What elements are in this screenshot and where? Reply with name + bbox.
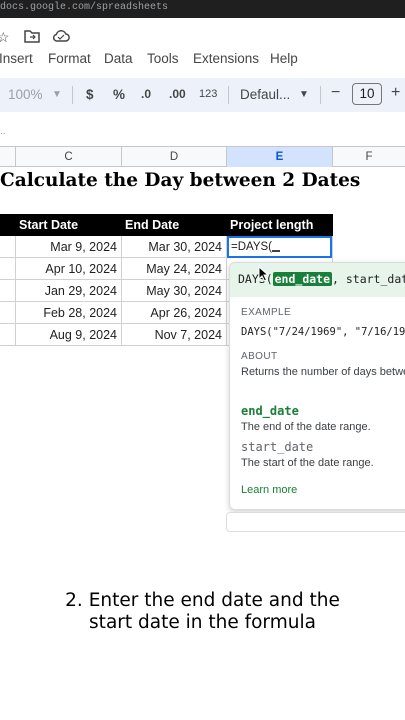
cell-b[interactable]	[0, 280, 16, 302]
browser-top-bar: docs.google.com/spreadsheets	[0, 0, 405, 18]
arg-end-date-name: end_date	[241, 404, 299, 418]
about-label: ABOUT	[241, 351, 278, 362]
cell-b[interactable]	[0, 302, 16, 324]
font-dropdown-icon[interactable]: ▼	[299, 89, 309, 100]
title-icon-row: ☆	[0, 26, 405, 50]
about-text: Returns the number of days between two d…	[241, 366, 405, 378]
formula-bar: ..	[0, 114, 405, 146]
mouse-pointer-icon	[258, 266, 270, 282]
menu-insert[interactable]: Insert	[0, 51, 33, 66]
menu-format[interactable]: Format	[48, 51, 91, 66]
cell-start-date[interactable]: Feb 28, 2024	[16, 302, 122, 324]
toolbar-separator	[320, 86, 321, 104]
column-header-c[interactable]: C	[16, 147, 122, 167]
cell-end-date[interactable]: Apr 26, 2024	[122, 302, 227, 324]
text-cursor	[272, 250, 281, 252]
star-icon[interactable]: ☆	[0, 29, 10, 46]
cell-start-date[interactable]: Jan 29, 2024	[16, 280, 122, 302]
more-formats-button[interactable]: 123	[199, 88, 217, 100]
formula-help-tooltip: DAYS(end_date, start_date) EXAMPLE DAYS(…	[229, 262, 405, 510]
menu-help[interactable]: Help	[270, 51, 298, 66]
cell-end-date[interactable]: May 30, 2024	[122, 280, 227, 302]
column-header-d[interactable]: D	[122, 147, 227, 167]
toolbar-separator	[72, 86, 73, 104]
caption-line-1: 2. Enter the end date and the	[65, 590, 340, 611]
top-bar-text: docs.google.com/spreadsheets	[0, 2, 169, 13]
arg-start-date-name: start_date	[241, 440, 314, 454]
font-size-decrease-button[interactable]: −	[331, 84, 340, 102]
instruction-caption: 2. Enter the end date and the start date…	[0, 590, 405, 634]
active-argument: end_date	[272, 272, 333, 286]
menu-data[interactable]: Data	[104, 51, 133, 66]
cloud-icon[interactable]	[52, 29, 70, 46]
cell-end-date[interactable]: May 24, 2024	[122, 258, 227, 280]
menu-tools[interactable]: Tools	[147, 51, 179, 66]
increase-decimals-button[interactable]: .00	[169, 87, 186, 101]
caption-line-2: start date in the formula	[89, 612, 316, 633]
arg-start-date-desc: The start of the date range.	[241, 457, 374, 469]
toolbar: 100% ▼ $ % .0 .00 123 Defaul... ▼ − 10 +	[0, 78, 405, 112]
active-cell-editor[interactable]: =DAYS(	[227, 236, 332, 258]
font-select[interactable]: Defaul...	[240, 87, 290, 102]
menu-bar: Insert Format Data Tools Extensions Help	[0, 50, 405, 70]
currency-button[interactable]: $	[86, 87, 94, 102]
menu-extensions[interactable]: Extensions	[193, 51, 259, 66]
cell-start-date[interactable]: Mar 9, 2024	[16, 236, 122, 258]
table-header-row: Start Date End Date Project length	[0, 214, 333, 236]
cell-b[interactable]	[0, 324, 16, 346]
tooltip-footer	[226, 512, 405, 532]
arg-end-date-desc: The end of the date range.	[241, 421, 371, 433]
folder-icon[interactable]	[24, 29, 40, 46]
cell-start-date[interactable]: Apr 10, 2024	[16, 258, 122, 280]
name-box[interactable]: ..	[0, 126, 6, 137]
column-header-b[interactable]	[0, 147, 16, 167]
toolbar-separator	[228, 86, 229, 104]
cell-b[interactable]	[0, 236, 16, 258]
column-header-e[interactable]: E	[227, 147, 333, 167]
example-code: DAYS("7/24/1969", "7/16/1969")	[241, 326, 405, 338]
zoom-dropdown-icon[interactable]: ▼	[52, 89, 62, 100]
header-start-date[interactable]: Start Date	[19, 218, 78, 232]
learn-more-link[interactable]: Learn more	[241, 484, 297, 496]
remaining-arguments: , start_date)	[332, 272, 405, 286]
cell-start-date[interactable]: Aug 9, 2024	[16, 324, 122, 346]
zoom-select[interactable]: 100%	[8, 87, 43, 102]
header-project-length[interactable]: Project length	[230, 218, 313, 232]
cell-b[interactable]	[0, 258, 16, 280]
formula-text: =DAYS(	[231, 241, 273, 253]
sheet-title: Calculate the Day between 2 Dates	[0, 170, 361, 191]
tooltip-signature-bar: DAYS(end_date, start_date)	[230, 263, 405, 297]
column-header-f[interactable]: F	[333, 147, 405, 167]
example-label: EXAMPLE	[241, 307, 292, 318]
header-end-date[interactable]: End Date	[125, 218, 179, 232]
cell-end-date[interactable]: Nov 7, 2024	[122, 324, 227, 346]
font-size-input[interactable]: 10	[352, 83, 382, 105]
cell-end-date[interactable]: Mar 30, 2024	[122, 236, 227, 258]
column-headers: C D E F	[0, 146, 405, 167]
font-size-increase-button[interactable]: +	[391, 84, 400, 102]
decrease-decimals-button[interactable]: .0	[141, 87, 151, 101]
percent-button[interactable]: %	[113, 87, 125, 102]
